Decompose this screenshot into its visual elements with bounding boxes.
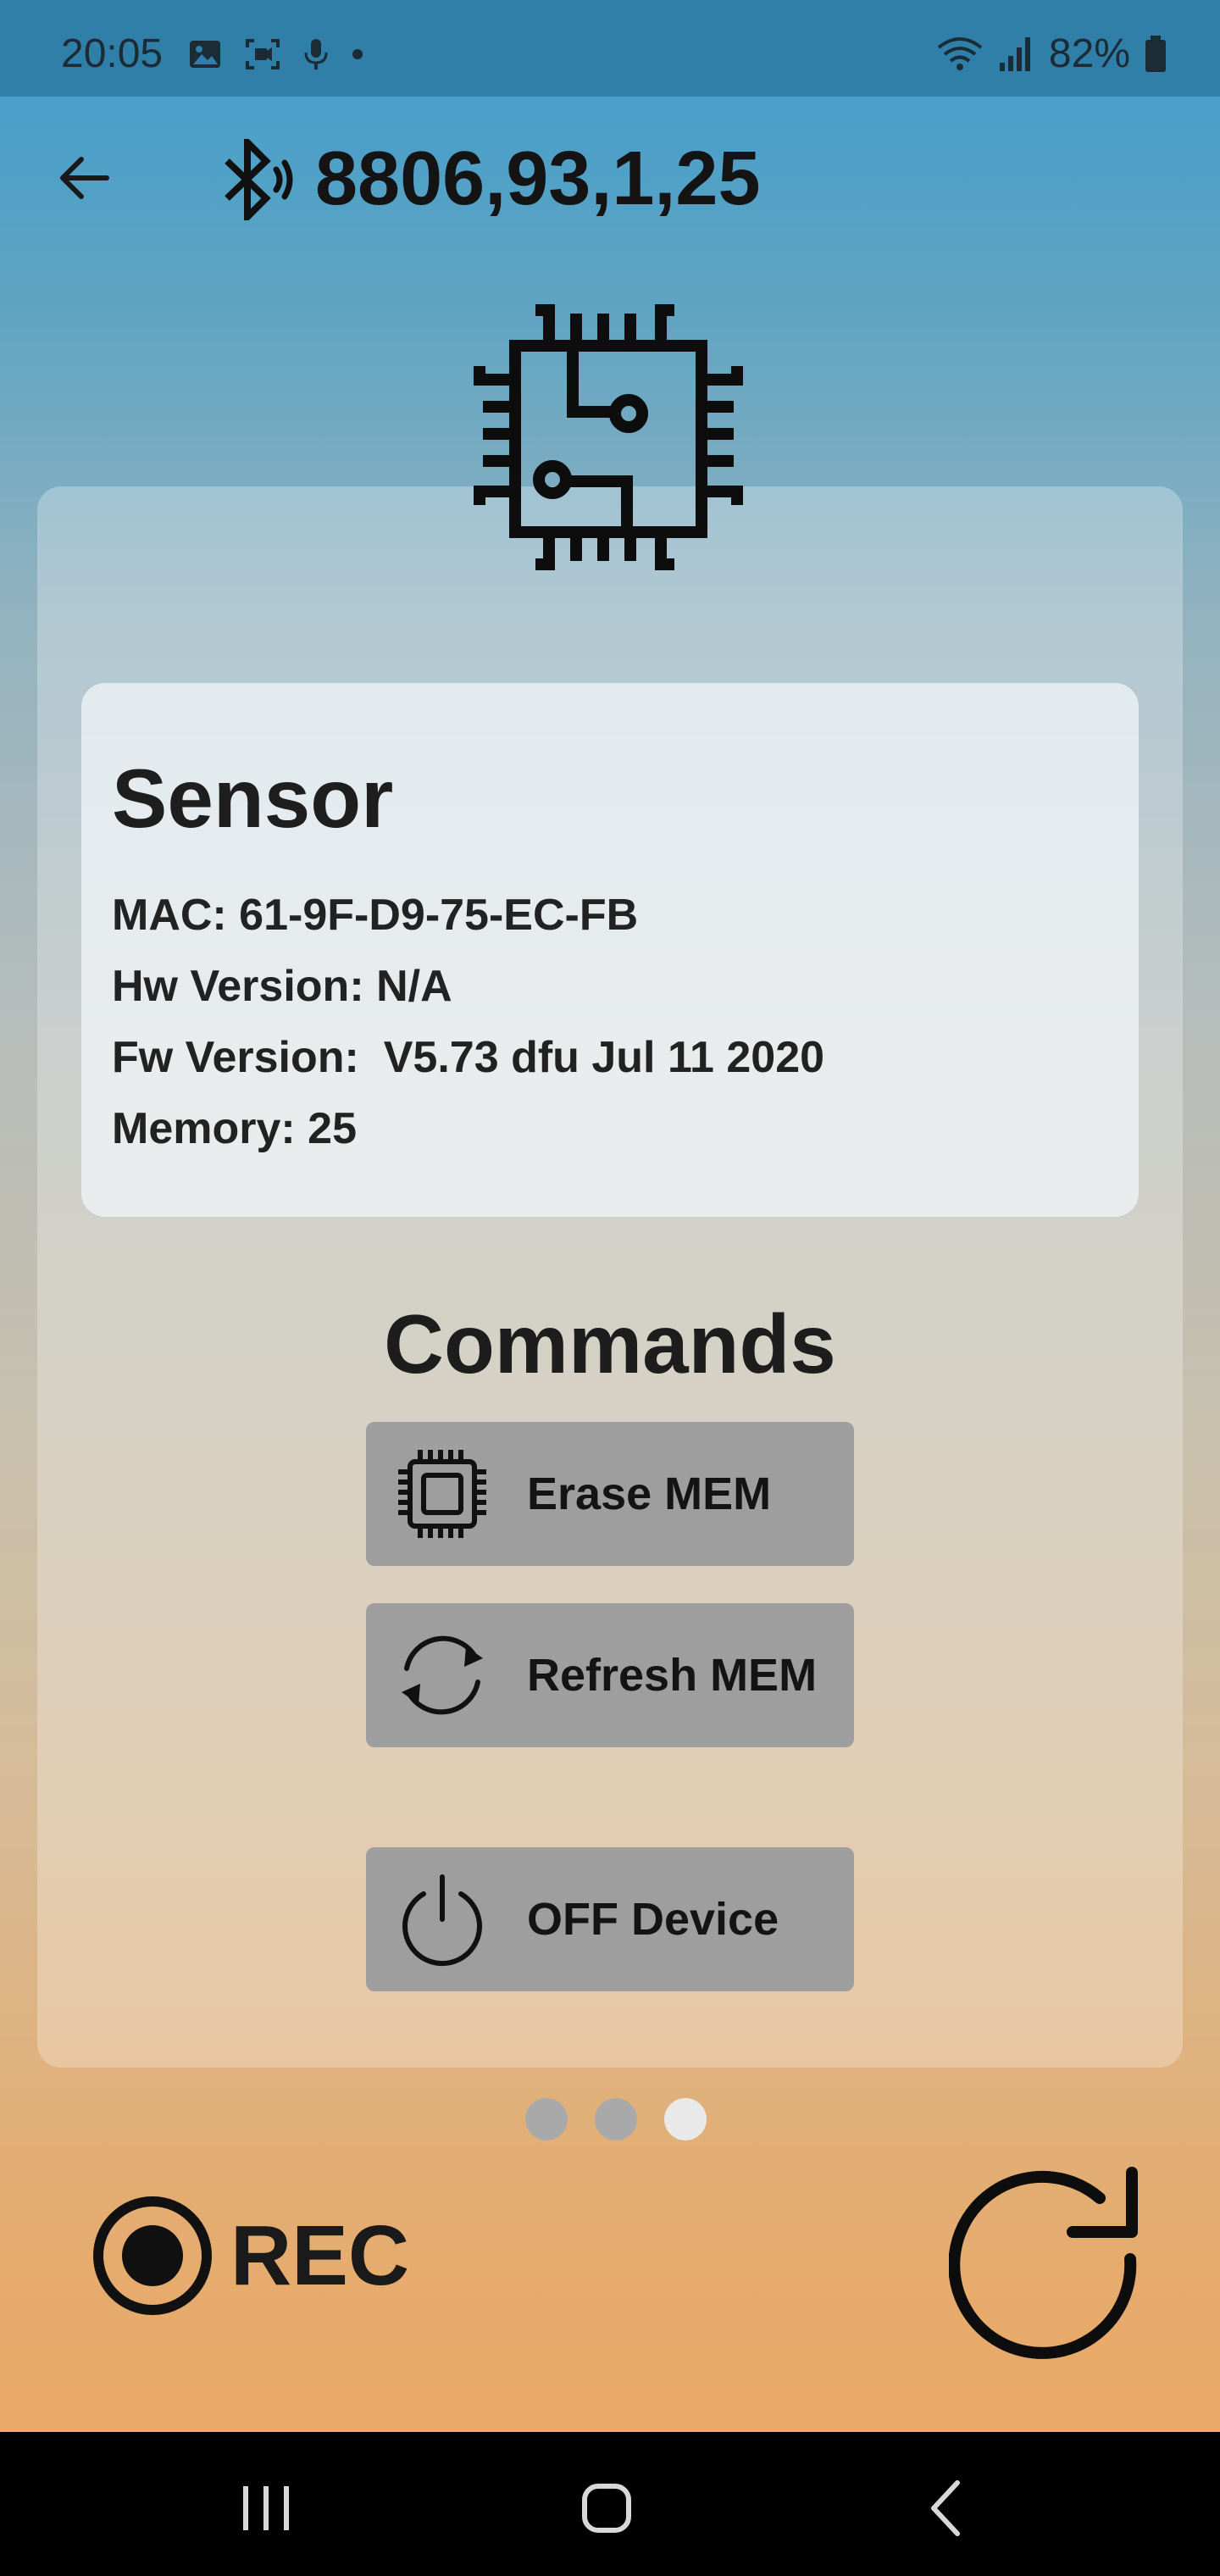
refresh-icon[interactable] — [949, 2164, 1152, 2368]
mic-icon — [304, 39, 328, 69]
rec-button[interactable]: REC — [92, 2195, 409, 2317]
top-bar: 8806,93,1,25 — [0, 127, 1220, 237]
sensor-title: Sensor — [112, 752, 394, 845]
page-dot-1[interactable] — [525, 2098, 568, 2140]
image-icon — [190, 41, 220, 68]
off-device-button[interactable]: OFF Device — [366, 1847, 854, 1991]
chip-circuit-icon — [474, 304, 743, 570]
record-icon — [93, 2196, 212, 2315]
refresh-mem-label: Refresh MEM — [527, 1650, 818, 1701]
mac-address: MAC: 61-9F-D9-75-EC-FB — [112, 891, 639, 940]
status-bar: 20:05 82% — [0, 0, 1220, 97]
erase-mem-label: Erase MEM — [527, 1468, 772, 1519]
nav-back-icon[interactable] — [903, 2466, 988, 2551]
rec-label: REC — [230, 2207, 410, 2303]
memory-value: Memory: 25 — [112, 1104, 357, 1153]
power-icon — [402, 1874, 482, 1967]
back-arrow-icon[interactable] — [51, 144, 119, 212]
battery-icon — [1145, 35, 1166, 72]
screen-record-icon — [246, 39, 280, 69]
home-icon[interactable] — [564, 2466, 649, 2551]
signal-icon — [999, 36, 1030, 71]
battery-percent: 82% — [1048, 31, 1130, 76]
sync-icon — [402, 1635, 483, 1715]
fw-version: Fw Version: V5.73 dfu Jul 11 2020 — [112, 1033, 825, 1082]
sensor-info-card: Sensor MAC: 61-9F-D9-75-EC-FB Hw Version… — [81, 683, 1139, 1217]
page-indicator — [525, 2098, 707, 2140]
erase-mem-button[interactable]: Erase MEM — [366, 1422, 854, 1566]
commands-title: Commands — [384, 1297, 836, 1391]
bluetooth-connected-icon — [225, 139, 293, 220]
off-device-label: OFF Device — [527, 1894, 779, 1945]
page-dot-2[interactable] — [595, 2098, 637, 2140]
memory-chip-icon — [398, 1450, 486, 1538]
dot-icon — [352, 49, 363, 59]
status-time: 20:05 — [61, 31, 164, 76]
recents-icon[interactable] — [224, 2466, 308, 2551]
hw-version: Hw Version: N/A — [112, 962, 452, 1011]
wifi-icon — [937, 36, 983, 70]
page-dot-3[interactable] — [664, 2098, 707, 2140]
refresh-mem-button[interactable]: Refresh MEM — [366, 1603, 854, 1747]
device-title: 8806,93,1,25 — [315, 136, 761, 221]
system-nav-bar — [0, 2432, 1220, 2576]
